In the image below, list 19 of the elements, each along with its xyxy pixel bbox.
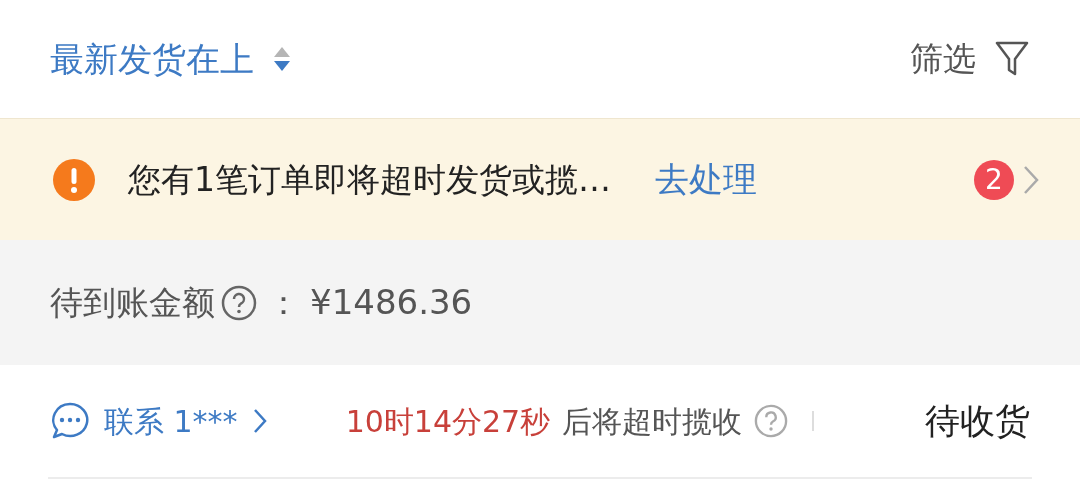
filter-button[interactable]: 筛选 xyxy=(910,34,1030,84)
handle-link[interactable]: 去处理 xyxy=(655,154,757,205)
separator: ： xyxy=(267,281,300,324)
contact-button[interactable]: 联系 1*** xyxy=(50,398,268,444)
order-status: 待收货 xyxy=(925,399,1030,443)
countdown-text: 10时14分27秒 xyxy=(345,402,551,441)
pending-amount-label: 待到账金额 xyxy=(50,281,215,324)
count-badge: 2 xyxy=(974,159,1014,200)
alert-message: 您有1笔订单即将超时发货或揽… xyxy=(128,158,611,201)
chat-bubble-icon xyxy=(50,401,90,441)
timeout-text: 后将超时揽收 xyxy=(562,402,743,441)
filter-icon xyxy=(994,40,1030,78)
chevron-right-icon xyxy=(251,407,268,435)
sort-icon xyxy=(272,45,292,73)
pending-amount-value: ¥1486.36 xyxy=(310,281,473,324)
warning-icon xyxy=(52,157,96,202)
help-icon[interactable] xyxy=(754,404,789,438)
sort-dropdown[interactable]: 最新发货在上 xyxy=(50,33,292,85)
help-icon[interactable] xyxy=(221,284,257,321)
